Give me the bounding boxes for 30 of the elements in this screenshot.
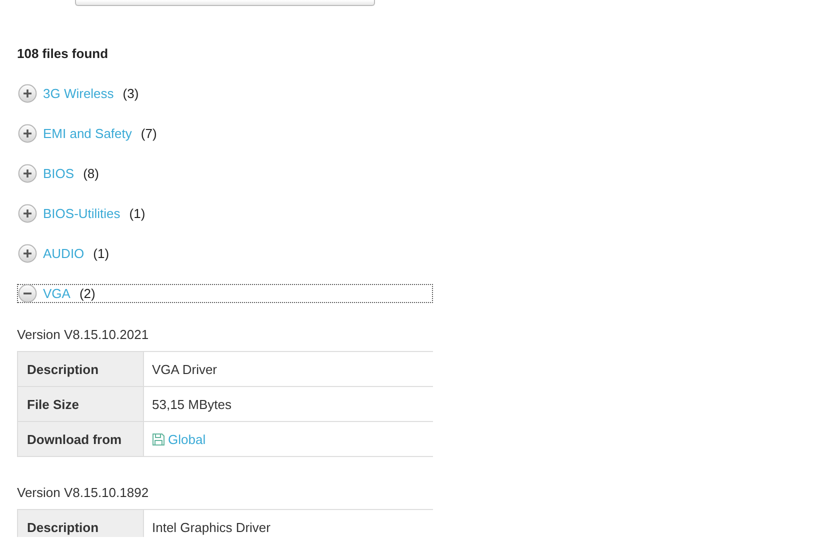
expand-icon[interactable]: [18, 124, 37, 143]
expand-icon[interactable]: [18, 244, 37, 263]
file-count: (1): [93, 246, 110, 261]
file-count: (1): [129, 206, 146, 221]
expand-icon[interactable]: [18, 84, 37, 103]
row-label: Description: [27, 520, 99, 535]
category-link[interactable]: BIOS: [43, 166, 74, 181]
expand-icon[interactable]: [18, 164, 37, 183]
row-label: Download from: [27, 432, 122, 446]
category-link[interactable]: 3G Wireless: [43, 86, 114, 101]
category-link[interactable]: VGA: [43, 286, 70, 301]
download-link[interactable]: Global: [168, 432, 206, 446]
file-count: (3): [122, 86, 139, 101]
file-count: (8): [83, 166, 99, 181]
expand-icon[interactable]: [18, 204, 37, 223]
file-count: (7): [140, 126, 157, 141]
collapse-icon[interactable]: [18, 284, 37, 303]
category-link[interactable]: BIOS-Utilities: [43, 206, 120, 221]
select-field[interactable]: [75, 0, 375, 6]
version-title: Version V8.15.10.1892: [17, 485, 150, 500]
category-link[interactable]: EMI and Safety: [43, 126, 132, 141]
row-label: Description: [27, 362, 99, 376]
file-count: (2): [79, 286, 96, 301]
row-label: File Size: [27, 396, 80, 412]
row-value: Intel Graphics Driver: [152, 520, 270, 535]
category-link[interactable]: AUDIO: [43, 246, 84, 261]
result-count: 108 files found: [17, 46, 110, 62]
row-value: VGA Driver: [152, 362, 218, 376]
row-value: 53,15 MBytes: [152, 396, 232, 412]
version-title: Version V8.15.10.2021: [17, 327, 150, 342]
